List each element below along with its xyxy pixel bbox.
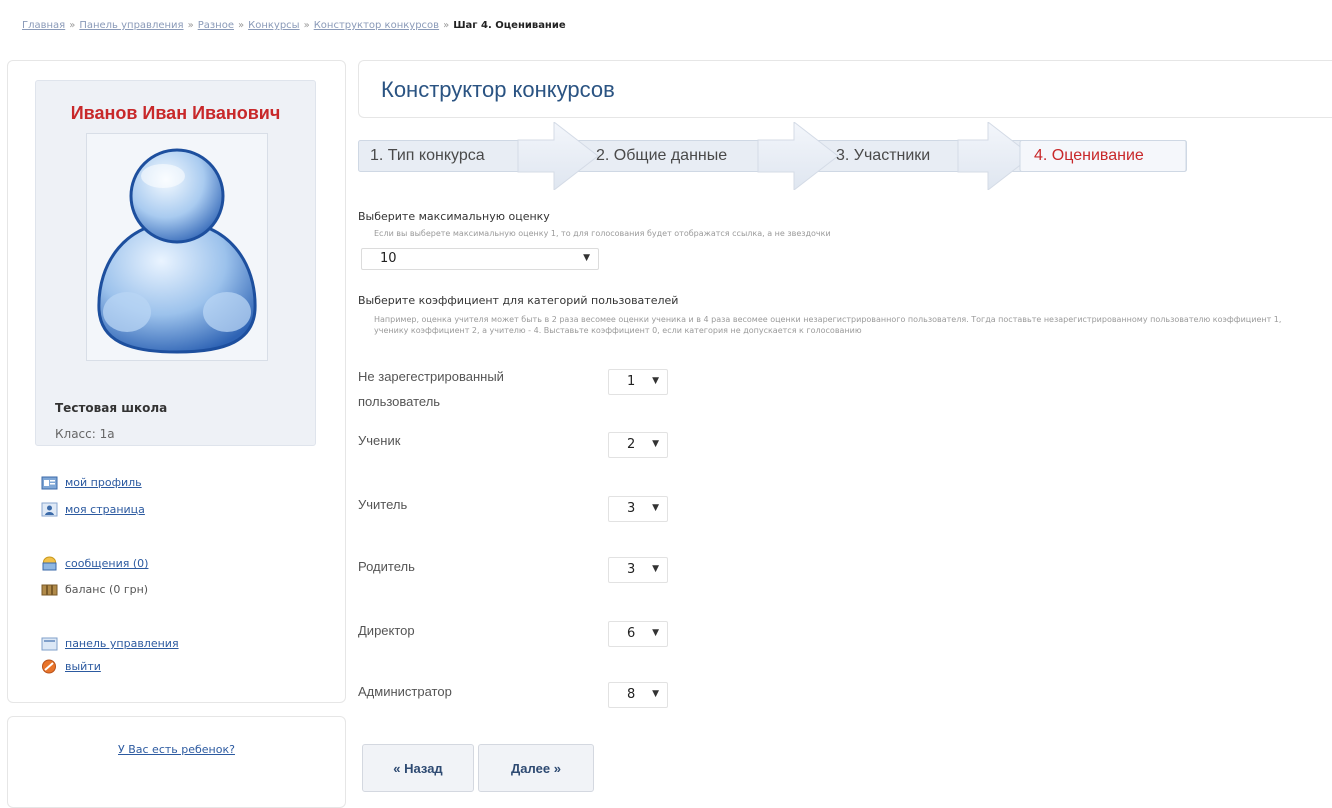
school-name: Тестовая школа [55, 401, 168, 415]
category-label-parent: Родитель [358, 559, 415, 574]
step-3-tab[interactable]: 3. Участники [836, 147, 930, 165]
category-label-admin: Администратор [358, 684, 452, 699]
category-value-student: 2 [627, 437, 636, 452]
category-select-director[interactable]: 6 ▼ [608, 621, 668, 647]
chevron-down-icon: ▼ [583, 253, 590, 263]
class-label: Класс: 1а [55, 427, 115, 441]
max-score-hint: Если вы выберете максимальную оценку 1, … [374, 229, 831, 238]
breadcrumb-control-panel[interactable]: Панель управления [79, 20, 183, 31]
logout-link[interactable]: выйти [41, 659, 101, 674]
chevron-down-icon: ▼ [652, 689, 659, 699]
chevron-down-icon: ▼ [652, 628, 659, 638]
max-score-select[interactable]: 10 ▼ [361, 248, 599, 270]
chevron-down-icon: ▼ [652, 564, 659, 574]
category-label-director: Директор [358, 623, 415, 638]
category-value-teacher: 3 [627, 501, 636, 516]
avatar-icon [97, 148, 257, 354]
chevron-down-icon: ▼ [652, 503, 659, 513]
step-1-tab[interactable]: 1. Тип конкурса [370, 147, 485, 165]
category-select-guest[interactable]: 1 ▼ [608, 369, 668, 395]
category-label-teacher: Учитель [358, 497, 408, 512]
exit-icon [41, 659, 58, 674]
breadcrumb-separator: » [187, 20, 194, 31]
wallet-icon [41, 582, 58, 597]
id-card-icon [41, 475, 58, 490]
panel-icon [41, 636, 58, 651]
sidebar: Иванов Иван Иванович Тестовая школа Клас… [7, 60, 346, 703]
main-header: Конструктор конкурсов [358, 60, 1332, 118]
breadcrumb-contest-builder[interactable]: Конструктор конкурсов [314, 20, 439, 31]
child-link[interactable]: У Вас есть ребенок? [8, 743, 345, 756]
max-score-label: Выберите максимальную оценку [358, 210, 550, 223]
category-value-guest: 1 [627, 374, 636, 389]
wizard-steps: 1. Тип конкурса 2. Общие данные 3. Участ… [358, 122, 1188, 190]
breadcrumb-separator: » [237, 20, 245, 31]
breadcrumb: Главная» Панель управления» Разное» Конкурс… [22, 20, 566, 31]
category-select-student[interactable]: 2 ▼ [608, 432, 668, 458]
page-title: Конструктор конкурсов [381, 77, 615, 102]
category-value-admin: 8 [627, 687, 636, 702]
step-4-tab[interactable]: 4. Оценивание [1034, 147, 1144, 165]
back-button[interactable]: « Назад [362, 744, 474, 792]
category-value-director: 6 [627, 626, 636, 641]
messages-link-label[interactable]: сообщения (0) [65, 557, 148, 570]
max-score-value: 10 [380, 251, 397, 266]
step-2-tab[interactable]: 2. Общие данные [596, 147, 727, 165]
next-button[interactable]: Далее » [478, 744, 594, 792]
control-panel-link-label[interactable]: панель управления [65, 637, 179, 650]
my-page-link-label[interactable]: моя страница [65, 503, 145, 516]
breadcrumb-separator: » [443, 20, 450, 31]
breadcrumb-misc[interactable]: Разное [198, 20, 234, 31]
category-select-teacher[interactable]: 3 ▼ [608, 496, 668, 522]
avatar [86, 133, 268, 361]
balance-label: баланс (0 грн) [65, 583, 149, 596]
profile-card: Иванов Иван Иванович Тестовая школа Клас… [35, 80, 316, 446]
control-panel-link[interactable]: панель управления [41, 636, 179, 651]
chevron-down-icon: ▼ [652, 439, 659, 449]
coefficient-hint: Например, оценка учителя может быть в 2 … [374, 315, 1282, 335]
envelope-icon [41, 556, 58, 571]
coefficient-label: Выберите коэффициент для категорий польз… [358, 294, 679, 307]
user-name: Иванов Иван Иванович [70, 103, 281, 123]
breadcrumb-contests[interactable]: Конкурсы [248, 20, 299, 31]
balance-item: баланс (0 грн) [41, 582, 148, 597]
profile-link-label[interactable]: мой профиль [65, 476, 142, 489]
child-panel: У Вас есть ребенок? [7, 716, 346, 808]
category-select-parent[interactable]: 3 ▼ [608, 557, 668, 583]
category-value-parent: 3 [627, 562, 636, 577]
my-page-link[interactable]: моя страница [41, 502, 145, 517]
breadcrumb-current: Шаг 4. Оценивание [453, 20, 566, 31]
chevron-down-icon: ▼ [652, 376, 659, 386]
breadcrumb-separator: » [303, 20, 310, 31]
user-page-icon [41, 502, 58, 517]
category-select-admin[interactable]: 8 ▼ [608, 682, 668, 708]
profile-link[interactable]: мой профиль [41, 475, 142, 490]
logout-link-label[interactable]: выйти [65, 660, 101, 673]
messages-link[interactable]: сообщения (0) [41, 556, 148, 571]
category-label-student: Ученик [358, 433, 401, 448]
breadcrumb-home[interactable]: Главная [22, 20, 65, 31]
category-label-guest: Не зарегестрированный пользователь [358, 369, 504, 409]
breadcrumb-separator: » [69, 20, 76, 31]
